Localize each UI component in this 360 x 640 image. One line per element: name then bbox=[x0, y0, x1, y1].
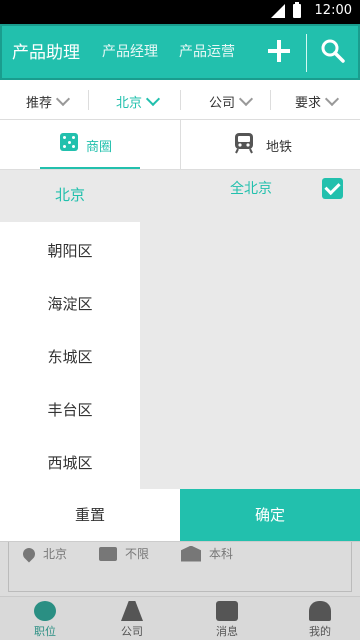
status-time: 12:00 bbox=[314, 3, 352, 18]
chevron-down-icon bbox=[145, 91, 161, 107]
nav-me[interactable]: 我的 bbox=[275, 601, 360, 639]
district-item[interactable]: 丰台区 bbox=[0, 399, 140, 420]
reset-button[interactable]: 重置 bbox=[0, 489, 180, 541]
district-item[interactable]: 西城区 bbox=[0, 452, 140, 473]
tab-product-operation[interactable]: 产品运营 bbox=[179, 41, 235, 61]
add-icon[interactable] bbox=[266, 38, 292, 64]
topbar-divider bbox=[306, 34, 307, 72]
nav-jobs-label: 职位 bbox=[34, 625, 56, 638]
filter-divider bbox=[270, 90, 271, 110]
chat-icon bbox=[216, 601, 238, 621]
job-experience-value: 不限 bbox=[125, 547, 150, 561]
filter-city-label: 北京 bbox=[116, 96, 143, 111]
job-education-value: 本科 bbox=[209, 547, 234, 561]
train-icon bbox=[235, 133, 253, 154]
active-tab-indicator bbox=[40, 167, 140, 169]
job-card-body: 北京 不限 本科 bbox=[8, 542, 352, 592]
job-card[interactable]: 北京 不限 本科 bbox=[0, 541, 360, 596]
nav-messages[interactable]: 消息 bbox=[182, 601, 272, 639]
location-pin-icon bbox=[20, 545, 38, 562]
filter-city[interactable]: 北京 bbox=[116, 91, 161, 111]
filter-company-label: 公司 bbox=[209, 96, 236, 111]
filter-company[interactable]: 公司 bbox=[209, 91, 254, 111]
filter-divider bbox=[88, 90, 89, 110]
tab-subway-label: 地铁 bbox=[266, 140, 293, 155]
location-type-tabs: 商圈 地铁 bbox=[0, 120, 360, 170]
nav-company[interactable]: 公司 bbox=[87, 601, 177, 639]
job-experience: 不限 bbox=[99, 545, 149, 562]
checkbox-checked-icon[interactable] bbox=[322, 178, 343, 199]
city-header[interactable]: 北京 bbox=[0, 170, 140, 220]
status-icons: 12:00 bbox=[270, 1, 352, 18]
road-icon bbox=[121, 601, 143, 621]
tab-subway[interactable]: 地铁 bbox=[180, 120, 360, 169]
job-education: 本科 bbox=[181, 545, 233, 562]
calendar-icon bbox=[99, 546, 117, 561]
nav-company-label: 公司 bbox=[121, 625, 143, 638]
nav-jobs[interactable]: 职位 bbox=[0, 601, 90, 639]
city-list: 北京 朝阳区 海淀区 东城区 丰台区 西城区 bbox=[0, 170, 140, 542]
job-location: 北京 bbox=[20, 545, 68, 562]
filter-divider bbox=[180, 90, 181, 110]
job-city: 北京 bbox=[43, 547, 68, 561]
district-item[interactable]: 海淀区 bbox=[0, 293, 140, 314]
all-city-option[interactable]: 全北京 bbox=[230, 178, 272, 198]
dice-icon bbox=[60, 133, 78, 151]
page-title[interactable]: 产品助理 bbox=[12, 38, 80, 63]
signal-icon bbox=[270, 3, 285, 18]
filter-recommend[interactable]: 推荐 bbox=[26, 91, 71, 111]
tab-business-district[interactable]: 商圈 bbox=[0, 120, 180, 169]
chevron-down-icon bbox=[324, 91, 340, 107]
filter-recommend-label: 推荐 bbox=[26, 96, 53, 111]
chevron-down-icon bbox=[238, 91, 254, 107]
person-icon bbox=[309, 601, 331, 621]
picker-actions: 重置 确定 bbox=[0, 489, 360, 541]
location-picker-panel: 北京 朝阳区 海淀区 东城区 丰台区 西城区 全北京 bbox=[0, 170, 360, 542]
confirm-button[interactable]: 确定 bbox=[180, 489, 360, 541]
district-item[interactable]: 朝阳区 bbox=[0, 240, 140, 261]
search-icon[interactable] bbox=[320, 38, 346, 64]
filter-requirement[interactable]: 要求 bbox=[295, 91, 340, 111]
tab-product-manager[interactable]: 产品经理 bbox=[102, 41, 158, 61]
status-bar: 12:00 bbox=[0, 0, 360, 24]
bottom-nav: 职位 公司 消息 我的 bbox=[0, 596, 360, 640]
tab-business-district-label: 商圈 bbox=[86, 140, 113, 155]
district-item[interactable]: 东城区 bbox=[0, 346, 140, 367]
nav-messages-label: 消息 bbox=[216, 625, 238, 638]
globe-icon bbox=[34, 601, 56, 621]
education-icon bbox=[181, 545, 201, 562]
filter-requirement-label: 要求 bbox=[295, 96, 322, 111]
chevron-down-icon bbox=[55, 91, 71, 107]
battery-icon bbox=[292, 1, 301, 18]
nav-me-label: 我的 bbox=[309, 625, 331, 638]
top-bar: 产品助理 产品经理 产品运营 bbox=[0, 24, 360, 80]
